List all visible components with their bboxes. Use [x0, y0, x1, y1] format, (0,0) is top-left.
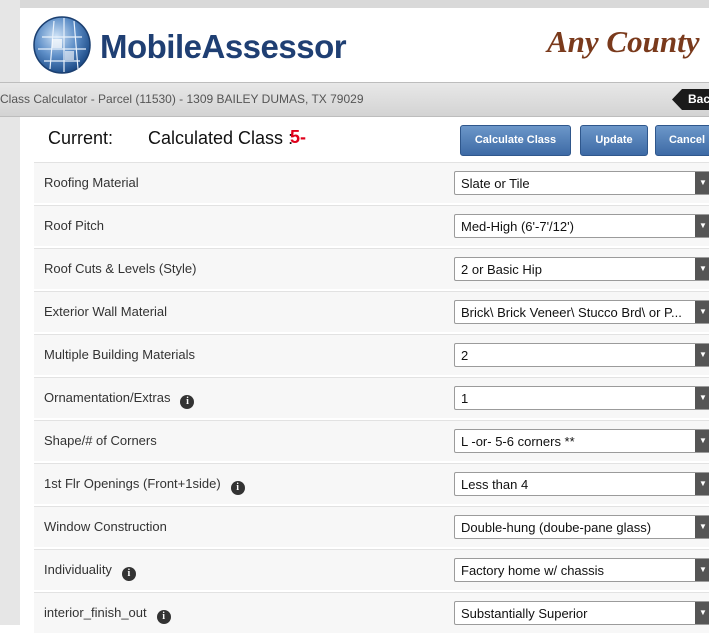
field-select-value: 2 or Basic Hip: [461, 262, 542, 277]
calculate-class-button[interactable]: Calculate Class: [460, 125, 571, 156]
app-name: MobileAssessor: [100, 28, 347, 65]
form-row: 1st Flr Openings (Front+1side) i Less than…: [34, 463, 709, 504]
chevron-down-icon[interactable]: ▼: [695, 258, 709, 280]
form-row: interior_finish_out i Substantially Superi…: [34, 592, 709, 633]
window-top-border: [0, 0, 709, 8]
field-select-value: 2: [461, 348, 469, 363]
form-row: Roofing Material Slate or Tile ▼: [34, 162, 709, 203]
chevron-down-icon[interactable]: ▼: [695, 430, 709, 452]
county-name: Any County: [547, 24, 700, 59]
field-label-text: 1st Flr Openings (Front+1side): [44, 476, 221, 491]
field-label-text: Shape/# of Corners: [44, 433, 157, 448]
form-row: Ornamentation/Extras i 1 ▼: [34, 377, 709, 418]
field-select[interactable]: Med-High (6'-7'/12') ▼: [454, 214, 709, 238]
field-select-value: L -or- 5-6 corners **: [461, 434, 575, 449]
chevron-down-icon[interactable]: ▼: [695, 215, 709, 237]
back-button[interactable]: Back: [672, 89, 709, 110]
field-label-text: Exterior Wall Material: [44, 304, 168, 319]
info-icon[interactable]: i: [156, 610, 171, 624]
field-select[interactable]: Factory home w/ chassis ▼: [454, 558, 709, 582]
cancel-button[interactable]: Cancel: [655, 125, 709, 156]
form-row: Multiple Building Materials 2 ▼: [34, 334, 709, 375]
field-label: Individuality i: [44, 562, 136, 581]
field-label: Multiple Building Materials: [44, 347, 195, 362]
chevron-down-icon[interactable]: ▼: [695, 559, 709, 581]
field-select-value: Med-High (6'-7'/12'): [461, 219, 574, 234]
field-label-text: Individuality: [44, 562, 112, 577]
field-label: Roofing Material: [44, 175, 139, 190]
field-select[interactable]: Less than 4 ▼: [454, 472, 709, 496]
field-label: Shape/# of Corners: [44, 433, 157, 448]
field-select[interactable]: Slate or Tile ▼: [454, 171, 709, 195]
field-label-text: Roof Pitch: [44, 218, 104, 233]
chevron-down-icon[interactable]: ▼: [695, 344, 709, 366]
info-icon[interactable]: i: [230, 481, 245, 495]
field-select[interactable]: Brick\ Brick Veneer\ Stucco Brd\ or P...…: [454, 300, 709, 324]
chevron-down-icon[interactable]: ▼: [695, 301, 709, 323]
field-select[interactable]: 2 or Basic Hip ▼: [454, 257, 709, 281]
chevron-down-icon[interactable]: ▼: [695, 473, 709, 495]
form-row: Window Construction Double-hung (doube-pa…: [34, 506, 709, 547]
field-select-value: Substantially Superior: [461, 606, 588, 621]
field-select-value: Less than 4: [461, 477, 529, 492]
field-select[interactable]: L -or- 5-6 corners ** ▼: [454, 429, 709, 453]
field-label: 1st Flr Openings (Front+1side) i: [44, 476, 245, 495]
field-label-text: Multiple Building Materials: [44, 347, 196, 362]
field-select-value: Brick\ Brick Veneer\ Stucco Brd\ or P...: [461, 305, 682, 320]
chevron-down-icon[interactable]: ▼: [695, 172, 709, 194]
field-label: Roof Pitch: [44, 218, 104, 233]
field-label-text: Roof Cuts & Levels (Style): [44, 261, 197, 276]
app-header: MobileAssessor Any County: [20, 8, 709, 82]
breadcrumb: Class Calculator - Parcel (11530) - 1309…: [0, 82, 709, 117]
breadcrumb-text: Class Calculator - Parcel (11530) - 1309…: [0, 92, 364, 106]
field-select[interactable]: 1 ▼: [454, 386, 709, 410]
field-label: Ornamentation/Extras i: [44, 390, 195, 409]
field-label-text: interior_finish_out: [44, 605, 147, 620]
chevron-down-icon[interactable]: ▼: [695, 516, 709, 538]
field-select-value: Slate or Tile: [461, 176, 530, 191]
form-row: Individuality i Factory home w/ chassis ▼: [34, 549, 709, 590]
chevron-down-icon[interactable]: ▼: [695, 387, 709, 409]
field-label-text: Roofing Material: [44, 175, 139, 190]
chevron-down-icon[interactable]: ▼: [695, 602, 709, 624]
field-select-value: Double-hung (doube-pane glass): [461, 520, 652, 535]
field-select[interactable]: Double-hung (doube-pane glass) ▼: [454, 515, 709, 539]
field-label-text: Window Construction: [44, 519, 167, 534]
globe-logo-icon: [32, 15, 92, 75]
form-row: Roof Pitch Med-High (6'-7'/12') ▼: [34, 205, 709, 246]
current-label: Current:: [48, 128, 114, 148]
field-label: Window Construction: [44, 519, 167, 534]
field-label: Roof Cuts & Levels (Style): [44, 261, 196, 276]
field-select[interactable]: 2 ▼: [454, 343, 709, 367]
field-select[interactable]: Substantially Superior ▼: [454, 601, 709, 625]
field-select-value: Factory home w/ chassis: [461, 563, 605, 578]
field-label-text: Ornamentation/Extras: [44, 390, 171, 405]
info-icon[interactable]: i: [121, 567, 136, 581]
field-label: Exterior Wall Material: [44, 304, 167, 319]
calculated-class-value: 5-: [290, 127, 307, 147]
form-row: Exterior Wall Material Brick\ Brick Venee…: [34, 291, 709, 332]
form-row: Roof Cuts & Levels (Style) 2 or Basic Hip…: [34, 248, 709, 289]
update-button[interactable]: Update: [580, 125, 648, 156]
form-row: Shape/# of Corners L -or- 5-6 corners ** ▼: [34, 420, 709, 461]
field-label: interior_finish_out i: [44, 605, 171, 624]
info-icon[interactable]: i: [180, 395, 195, 409]
field-select-value: 1: [461, 391, 469, 406]
calculated-class-label: Calculated Class :: [148, 128, 294, 148]
